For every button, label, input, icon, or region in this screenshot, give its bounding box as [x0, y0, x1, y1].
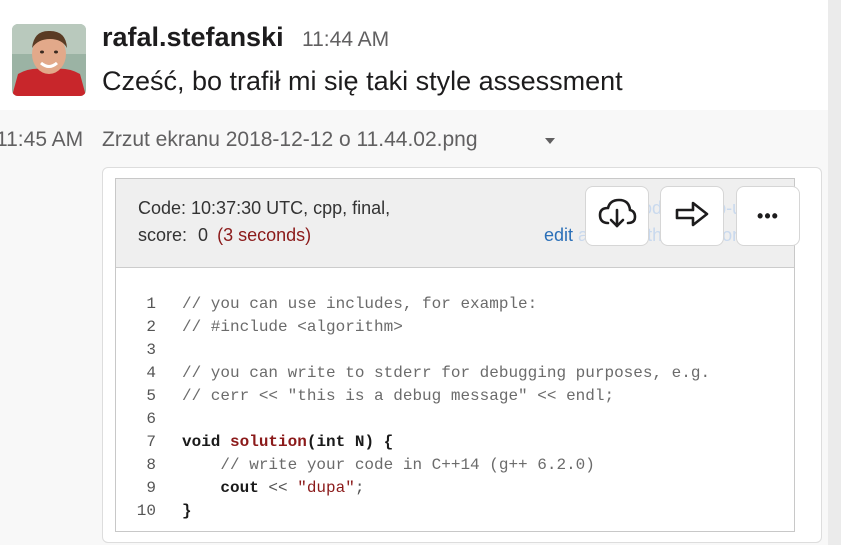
line-number: 6: [146, 410, 156, 428]
cloud-download-icon: [597, 197, 637, 236]
chevron-down-icon[interactable]: [545, 138, 555, 144]
message-first: rafal.stefanski 11:44 AM Cześć, bo trafi…: [0, 0, 828, 110]
edit-link-label: edit: [544, 225, 574, 245]
file-name[interactable]: Zrzut ekranu 2018-12-12 o 11.44.02.png: [102, 128, 478, 152]
message-text: Cześć, bo trafił mi się taki style asses…: [102, 66, 623, 96]
code-keyword: cout: [220, 479, 259, 497]
share-button[interactable]: [660, 186, 724, 246]
scrollbar[interactable]: [828, 0, 841, 545]
more-icon: •••: [757, 205, 779, 226]
code-line: // #include <algorithm>: [182, 318, 403, 336]
line-number: 10: [136, 502, 156, 520]
download-button[interactable]: [585, 186, 649, 246]
code-line: // cerr << "this is a debug message" << …: [182, 387, 615, 405]
score-time: (3 seconds): [217, 225, 312, 245]
message-author[interactable]: rafal.stefanski: [102, 22, 284, 53]
line-number: 7: [146, 433, 156, 451]
score-value: 0: [198, 225, 209, 245]
code-operator: <<: [258, 479, 298, 497]
code-line: void solution(int N) {: [182, 433, 393, 451]
more-actions-button[interactable]: •••: [736, 186, 800, 246]
line-number: 9: [146, 479, 156, 497]
code-line: // you can write to stderr for debugging…: [182, 364, 711, 382]
line-number: 4: [146, 364, 156, 382]
line-number: 3: [146, 341, 156, 359]
submission-info: Code: 10:37:30 UTC, cpp, final,: [138, 198, 391, 218]
code-function: solution: [230, 433, 307, 451]
share-arrow-icon: [674, 200, 710, 233]
line-number: 8: [146, 456, 156, 474]
code-line: }: [182, 502, 192, 520]
code-line: // you can use includes, for example:: [182, 295, 538, 313]
code-paren: (: [306, 433, 317, 451]
avatar[interactable]: [12, 24, 86, 96]
code-string: "dupa": [297, 479, 355, 497]
code-line: cout << "dupa";: [182, 479, 364, 497]
code-keyword: void: [182, 433, 221, 451]
message-timestamp[interactable]: 11:45 AM: [0, 128, 83, 152]
line-number: 2: [146, 318, 156, 336]
line-number: 5: [146, 387, 156, 405]
code-params: N) {: [345, 433, 394, 451]
code-keyword: int: [316, 433, 346, 451]
score-label: score:: [138, 225, 188, 245]
code-line: // write your code in C++14 (g++ 6.2.0): [182, 456, 595, 474]
submission-score: score: 0 (3 seconds): [138, 225, 311, 246]
code-semicolon: ;: [354, 479, 365, 497]
line-number: 1: [146, 295, 156, 313]
message-timestamp[interactable]: 11:44 AM: [302, 28, 389, 52]
